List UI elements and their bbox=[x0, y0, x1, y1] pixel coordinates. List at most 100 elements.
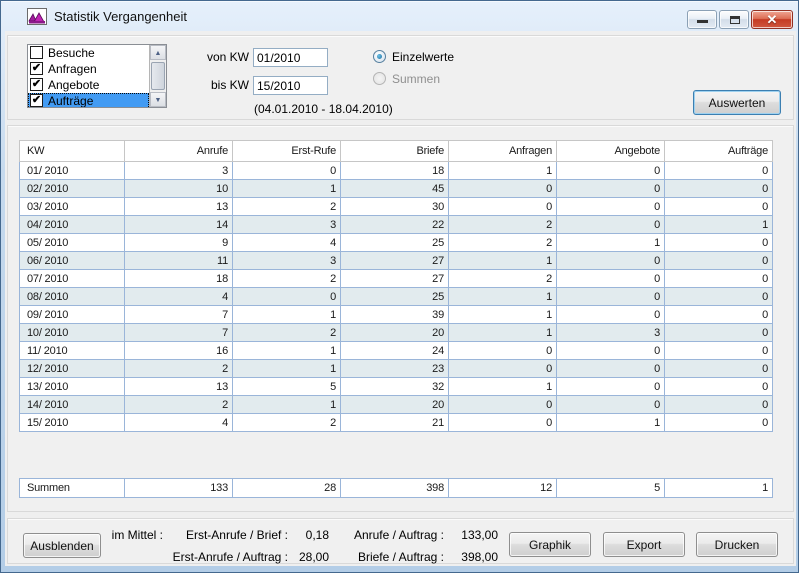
table-row[interactable]: 09/ 20107139100 bbox=[20, 306, 773, 324]
statistics-table: KW Anrufe Erst-Rufe Briefe Anfragen Ange… bbox=[19, 140, 773, 432]
scroll-down-icon[interactable]: ▼ bbox=[150, 92, 166, 107]
value-cell: 0 bbox=[233, 162, 341, 180]
kw-cell: 05/ 2010 bbox=[20, 234, 125, 252]
value-cell: 45 bbox=[341, 180, 449, 198]
table-header-row: KW Anrufe Erst-Rufe Briefe Anfragen Ange… bbox=[20, 141, 773, 162]
value-cell: 0 bbox=[557, 198, 665, 216]
radio-summen: Summen bbox=[373, 72, 440, 88]
value-cell: 2 bbox=[233, 270, 341, 288]
table-panel: KW Anrufe Erst-Rufe Briefe Anfragen Ange… bbox=[7, 125, 794, 512]
summen-value-cell: 1 bbox=[665, 479, 773, 498]
checkbox-besuche[interactable] bbox=[30, 46, 43, 59]
category-listbox[interactable]: Besuche ✔ Anfragen ✔ Angebote ✔ Aufträge bbox=[27, 44, 167, 108]
value-cell: 23 bbox=[341, 360, 449, 378]
value-cell: 1 bbox=[233, 360, 341, 378]
radio-einzelwerte[interactable]: Einzelwerte bbox=[373, 50, 454, 66]
table-row[interactable]: 14/ 20102120000 bbox=[20, 396, 773, 414]
radio-selected-icon bbox=[373, 50, 386, 63]
table-row[interactable]: 03/ 201013230000 bbox=[20, 198, 773, 216]
table-row[interactable]: 15/ 20104221010 bbox=[20, 414, 773, 432]
summen-label-cell: Summen bbox=[20, 479, 125, 498]
kw-cell: 06/ 2010 bbox=[20, 252, 125, 270]
value-cell: 0 bbox=[665, 360, 773, 378]
list-item-angebote[interactable]: ✔ Angebote bbox=[28, 77, 149, 93]
list-item-label: Aufträge bbox=[48, 94, 93, 107]
value-cell: 0 bbox=[557, 180, 665, 198]
auswerten-button[interactable]: Auswerten bbox=[693, 90, 781, 115]
maximize-icon bbox=[730, 16, 740, 24]
von-kw-input[interactable] bbox=[253, 48, 328, 67]
bis-kw-label: bis KW bbox=[158, 78, 249, 92]
value-cell: 5 bbox=[233, 378, 341, 396]
value-cell: 4 bbox=[125, 288, 233, 306]
value-cell: 25 bbox=[341, 234, 449, 252]
table-row[interactable]: 08/ 20104025100 bbox=[20, 288, 773, 306]
table-row[interactable]: 07/ 201018227200 bbox=[20, 270, 773, 288]
value-cell: 0 bbox=[665, 252, 773, 270]
value-cell: 0 bbox=[665, 270, 773, 288]
col-header-anrufe[interactable]: Anrufe bbox=[125, 141, 233, 162]
drucken-button[interactable]: Drucken bbox=[696, 532, 778, 557]
list-item-besuche[interactable]: Besuche bbox=[28, 45, 149, 61]
value-cell: 2 bbox=[125, 360, 233, 378]
value-cell: 21 bbox=[341, 414, 449, 432]
table-row[interactable]: 10/ 20107220130 bbox=[20, 324, 773, 342]
value-cell: 1 bbox=[233, 396, 341, 414]
summen-value-cell: 5 bbox=[557, 479, 665, 498]
von-kw-label: von KW bbox=[158, 50, 249, 64]
titlebar[interactable]: Statistik Vergangenheit ✕ bbox=[1, 1, 798, 31]
value-cell: 4 bbox=[233, 234, 341, 252]
kw-cell: 15/ 2010 bbox=[20, 414, 125, 432]
value-cell: 0 bbox=[665, 414, 773, 432]
table-row[interactable]: 13/ 201013532100 bbox=[20, 378, 773, 396]
value-cell: 0 bbox=[557, 216, 665, 234]
list-item-auftraege[interactable]: ✔ Aufträge bbox=[28, 93, 149, 107]
table-row[interactable]: 06/ 201011327100 bbox=[20, 252, 773, 270]
col-header-anfragen[interactable]: Anfragen bbox=[449, 141, 557, 162]
date-range-text: (04.01.2010 - 18.04.2010) bbox=[254, 102, 393, 116]
value-cell: 1 bbox=[557, 234, 665, 252]
checkbox-auftraege[interactable]: ✔ bbox=[30, 94, 43, 107]
value-cell: 0 bbox=[665, 198, 773, 216]
value-cell: 32 bbox=[341, 378, 449, 396]
checkbox-anfragen[interactable]: ✔ bbox=[30, 62, 43, 75]
table-row[interactable]: 02/ 201010145000 bbox=[20, 180, 773, 198]
value-cell: 20 bbox=[341, 324, 449, 342]
col-header-auftraege[interactable]: Aufträge bbox=[665, 141, 773, 162]
value-cell: 2 bbox=[449, 216, 557, 234]
table-row[interactable]: 12/ 20102123000 bbox=[20, 360, 773, 378]
value-cell: 9 bbox=[125, 234, 233, 252]
value-cell: 1 bbox=[665, 216, 773, 234]
kw-cell: 14/ 2010 bbox=[20, 396, 125, 414]
kw-cell: 04/ 2010 bbox=[20, 216, 125, 234]
value-cell: 24 bbox=[341, 342, 449, 360]
value-cell: 2 bbox=[233, 198, 341, 216]
value-cell: 20 bbox=[341, 396, 449, 414]
checkbox-angebote[interactable]: ✔ bbox=[30, 78, 43, 91]
minimize-button[interactable] bbox=[687, 10, 717, 29]
col-header-kw[interactable]: KW bbox=[20, 141, 125, 162]
kw-cell: 09/ 2010 bbox=[20, 306, 125, 324]
value-cell: 27 bbox=[341, 252, 449, 270]
kw-cell: 11/ 2010 bbox=[20, 342, 125, 360]
table-row[interactable]: 11/ 201016124000 bbox=[20, 342, 773, 360]
window-title: Statistik Vergangenheit bbox=[54, 9, 187, 24]
value-cell: 0 bbox=[557, 378, 665, 396]
col-header-briefe[interactable]: Briefe bbox=[341, 141, 449, 162]
stat-value-anrufe-auftrag: 133,00 bbox=[418, 528, 498, 542]
close-button[interactable]: ✕ bbox=[751, 10, 793, 29]
table-row[interactable]: 01/ 20103018100 bbox=[20, 162, 773, 180]
graphik-button[interactable]: Graphik bbox=[509, 532, 591, 557]
col-header-erst-rufe[interactable]: Erst-Rufe bbox=[233, 141, 341, 162]
col-header-angebote[interactable]: Angebote bbox=[557, 141, 665, 162]
bis-kw-input[interactable] bbox=[253, 76, 328, 95]
app-statistics-icon bbox=[27, 8, 47, 25]
table-row[interactable]: 05/ 20109425210 bbox=[20, 234, 773, 252]
value-cell: 10 bbox=[125, 180, 233, 198]
maximize-button[interactable] bbox=[719, 10, 749, 29]
value-cell: 39 bbox=[341, 306, 449, 324]
value-cell: 13 bbox=[125, 198, 233, 216]
export-button[interactable]: Export bbox=[603, 532, 685, 557]
table-row[interactable]: 04/ 201014322201 bbox=[20, 216, 773, 234]
list-item-anfragen[interactable]: ✔ Anfragen bbox=[28, 61, 149, 77]
